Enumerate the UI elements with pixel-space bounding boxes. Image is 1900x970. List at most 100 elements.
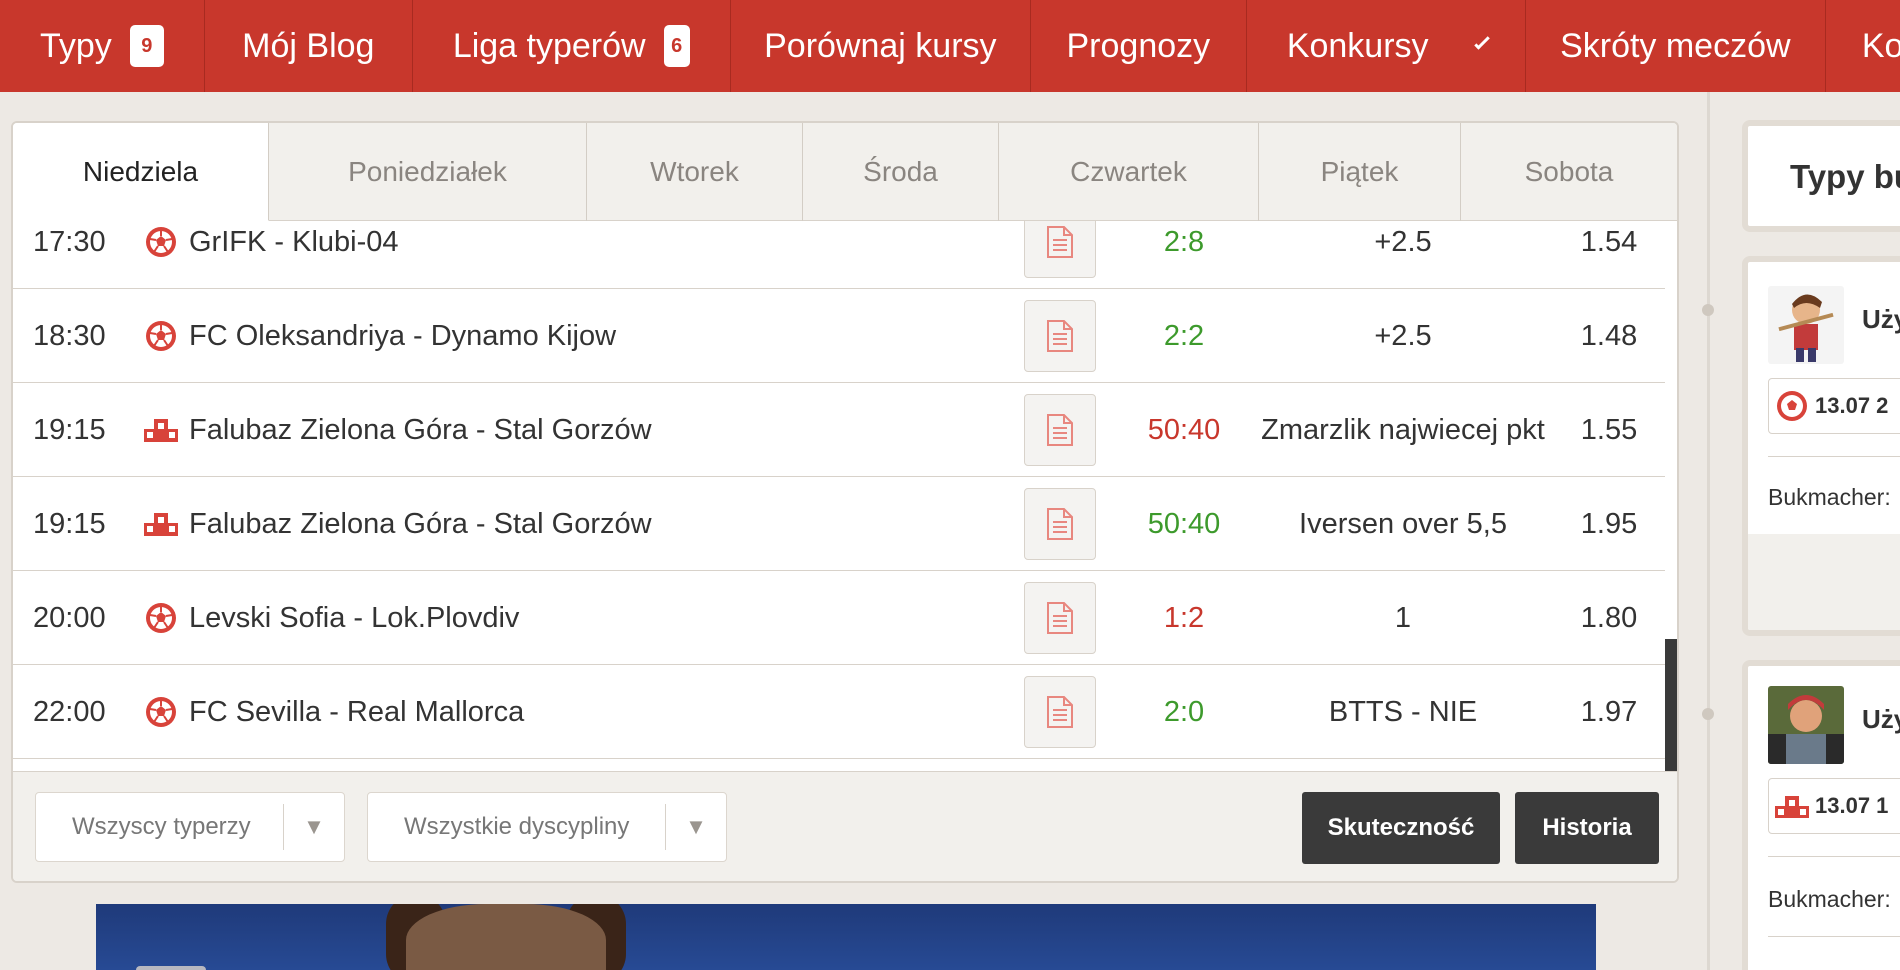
tip-pick: +2.5 [1374,319,1432,352]
nav-label: Mój Blog [242,26,375,65]
banner-image-part [406,904,606,970]
tip-row[interactable]: 20:00 Levski Sofia - Lok.Plovdiv 1:2 1 1.80 [13,571,1665,665]
tip-pick: Zmarzlik najwiecej pkt [1261,413,1545,446]
speedway-icon [1775,796,1809,818]
scrollbar[interactable] [1665,639,1677,771]
tip-match[interactable]: Falubaz Zielona Góra - Stal Gorzów [189,477,1009,571]
tip-details [1023,221,1097,289]
football-icon [141,571,181,665]
tips-list: 17:30 GrIFK - Klubi-04 2:8 +2.5 1.54 18:30 FC … [13,221,1665,771]
tip-match[interactable]: Levski Sofia - Lok.Plovdiv [189,571,1009,665]
card-date-box: 13.07 1 [1768,778,1900,834]
tip-score: 50:40 [1147,507,1221,540]
card-date-box: 13.07 2 [1768,378,1900,434]
tip-score: 50:40 [1147,413,1221,446]
avatar [1768,286,1844,364]
top-nav: Typy 9 Mój Blog Liga typerów 6 Porównaj … [0,0,1900,92]
tip-score: 2:0 [1163,695,1205,728]
nav-item-konkursy[interactable]: Konkursy [1247,0,1526,92]
timeline-line [1707,92,1710,970]
tipsters-select[interactable]: Wszyscy typerzy ▼ [35,792,345,862]
nav-item-prognozy[interactable]: Prognozy [1031,0,1247,92]
tip-match[interactable]: GrIFK - Klubi-04 [189,221,1009,289]
timeline-dot [1702,708,1714,720]
tip-time: 22:00 [33,695,106,728]
football-icon [1777,391,1807,421]
tip-match[interactable]: FC Sevilla - Real Mallorca [189,665,1009,759]
tip-details [1023,289,1097,383]
tip-match[interactable]: Falubaz Zielona Góra - Stal Gorzów [189,383,1009,477]
card-bookmaker: Bukmacher: [1768,484,1891,510]
tip-row[interactable]: 18:30 FC Oleksandriya - Dynamo Kijow 2:2 +2… [13,289,1665,383]
dropdown-arrow-icon: ▼ [303,814,325,839]
card-date: 13.07 2 [1815,393,1889,418]
tab-sobota[interactable]: Sobota [1461,123,1677,221]
tip-pick: +2.5 [1374,225,1432,258]
tip-row[interactable]: 17:30 GrIFK - Klubi-04 2:8 +2.5 1.54 [13,221,1665,289]
tip-pick: BTTS - NIE [1328,695,1478,728]
chevron-down-icon [1473,34,1490,50]
banner-logo [136,966,206,970]
nav-label: Konkursy [1286,26,1429,65]
tab-sroda[interactable]: Środa [803,123,999,221]
football-icon [141,665,181,759]
tab-poniedzialek[interactable]: Poniedziałek [269,123,587,221]
nav-item-typy[interactable]: Typy 9 [0,0,205,92]
football-icon [141,289,181,383]
nav-item-skroty[interactable]: Skróty meczów [1526,0,1826,92]
tab-czwartek[interactable]: Czwartek [999,123,1259,221]
sidebar-card[interactable]: Uży 13.07 2 Bukmacher: [1742,256,1900,636]
dropdown-arrow-icon: ▼ [685,814,707,839]
nav-item-liga[interactable]: Liga typerów 6 [413,0,731,92]
effectiveness-button[interactable]: Skuteczność [1302,792,1500,864]
sidebar-title: Typy bu [1790,158,1900,195]
promo-banner[interactable] [96,904,1596,970]
tip-row[interactable]: 22:00 FC Sevilla - Real Mallorca 2:0 BTTS -… [13,665,1665,759]
disciplines-select-label: Wszystkie dyscypliny [404,813,630,840]
tip-details [1023,571,1097,665]
document-icon[interactable] [1024,221,1096,278]
filters-bar: Wszyscy typerzy ▼ Wszystkie dyscypliny ▼… [13,771,1677,881]
speedway-icon [141,383,181,477]
divider [1768,456,1900,457]
nav-label: Porównaj kursy [764,26,997,65]
tip-time: 17:30 [33,225,106,258]
tip-time: 19:15 [33,507,106,540]
document-icon[interactable] [1024,676,1096,748]
tip-details [1023,477,1097,571]
tip-row[interactable]: 19:15 Falubaz Zielona Góra - Stal Gorzów 5… [13,383,1665,477]
card-date: 13.07 1 [1815,793,1889,818]
tip-details [1023,383,1097,477]
document-icon[interactable] [1024,582,1096,654]
tab-piatek[interactable]: Piątek [1259,123,1461,221]
nav-label: Typy [40,26,112,65]
card-username: Uży [1862,304,1900,334]
document-icon[interactable] [1024,300,1096,372]
tips-panel: Niedziela Poniedziałek Wtorek Środa Czwa… [11,121,1679,883]
document-icon[interactable] [1024,488,1096,560]
divider [1768,856,1900,857]
sidebar-card[interactable]: Uży 13.07 1 Bukmacher: [1742,660,1900,970]
nav-item-blog[interactable]: Mój Blog [205,0,413,92]
tip-match[interactable]: FC Oleksandriya - Dynamo Kijow [189,289,1009,383]
disciplines-select[interactable]: Wszystkie dyscypliny ▼ [367,792,727,862]
tab-wtorek[interactable]: Wtorek [587,123,803,221]
card-username: Uży [1862,704,1900,734]
tip-details [1023,665,1097,759]
nav-item-more[interactable]: Ko [1826,0,1900,92]
nav-badge: 9 [129,25,164,67]
nav-item-kursy[interactable]: Porównaj kursy [731,0,1031,92]
tab-niedziela[interactable]: Niedziela [13,123,269,221]
tip-odds: 1.55 [1580,413,1638,446]
tip-pick: Iversen over 5,5 [1299,507,1507,540]
nav-label: Ko [1861,26,1900,65]
tip-odds: 1.80 [1580,601,1638,634]
divider [1768,936,1900,937]
tip-odds: 1.54 [1580,225,1638,258]
timeline-dot [1702,304,1714,316]
tipsters-select-label: Wszyscy typerzy [72,813,251,840]
tip-time: 20:00 [33,601,106,634]
history-button[interactable]: Historia [1515,792,1659,864]
tip-row[interactable]: 19:15 Falubaz Zielona Góra - Stal Gorzów 5… [13,477,1665,571]
document-icon[interactable] [1024,394,1096,466]
